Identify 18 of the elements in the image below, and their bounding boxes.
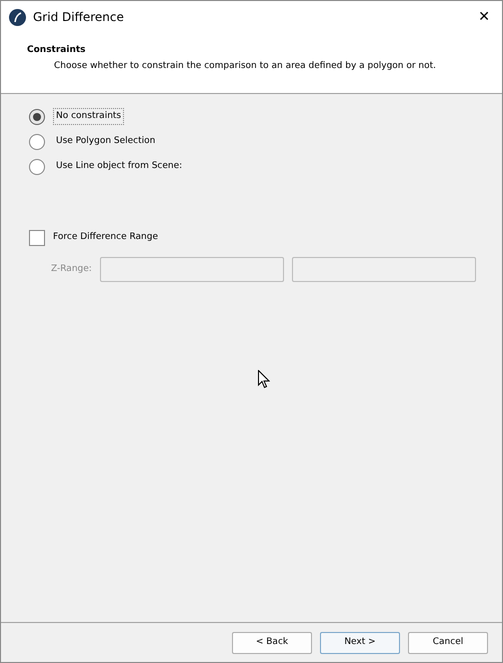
radio-button[interactable] bbox=[29, 134, 45, 150]
radio-button[interactable] bbox=[29, 158, 45, 174]
mouse-pointer-icon bbox=[258, 370, 270, 389]
radio-label[interactable]: Use Polygon Selection bbox=[53, 132, 158, 150]
radio-label[interactable]: No constraints bbox=[53, 108, 124, 126]
page-description: Choose whether to constrain the comparison to an area defined by a polygon or not. bbox=[53, 60, 438, 72]
next-button[interactable]: Next > bbox=[320, 632, 400, 654]
radio-label[interactable]: Use Line object from Scene: bbox=[53, 158, 186, 176]
close-button[interactable]: ✕ bbox=[474, 6, 494, 28]
checkbox-label[interactable]: Force Difference Range bbox=[53, 231, 158, 245]
checkbox[interactable] bbox=[29, 230, 45, 246]
back-button[interactable]: < Back bbox=[232, 632, 312, 654]
z-range-label: Z-Range: bbox=[51, 262, 92, 276]
window-title: Grid Difference bbox=[33, 9, 124, 26]
cancel-button[interactable]: Cancel bbox=[408, 632, 488, 654]
app-icon bbox=[9, 8, 26, 26]
page-title: Constraints bbox=[27, 44, 87, 57]
radio-button[interactable] bbox=[29, 108, 45, 124]
